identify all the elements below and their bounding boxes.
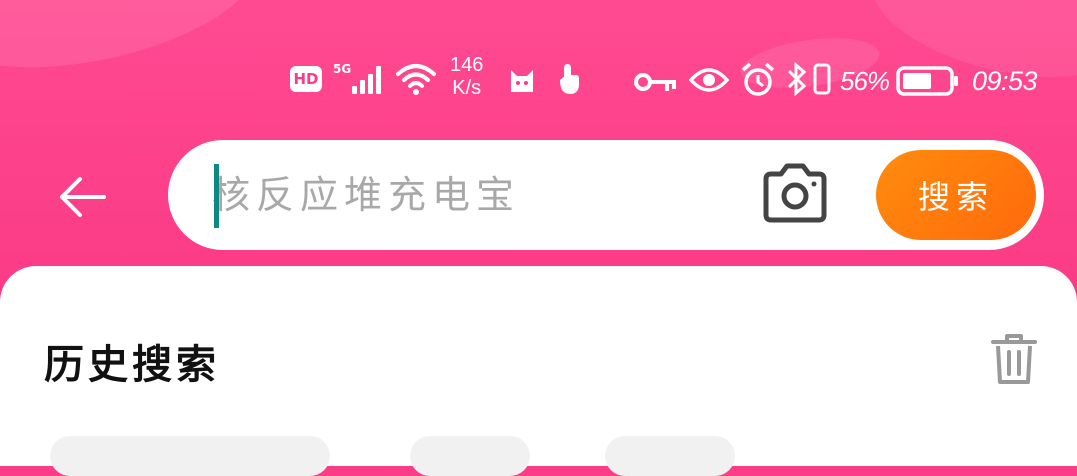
camera-icon [763,163,827,223]
network-speed-value: 146 [450,54,484,76]
clock: 09:53 [972,66,1038,96]
back-arrow-icon [60,177,106,217]
trash-icon [991,334,1037,384]
history-chip[interactable] [605,436,735,476]
network-speed-unit: K/s [452,77,482,99]
battery-percent: 56% [840,66,890,96]
vibrate-icon [812,62,832,100]
search-bar: 搜索 [168,140,1044,250]
history-chip[interactable] [50,436,330,476]
search-history-panel: 历史搜索 [0,266,1077,476]
network-speed: 146 K/s [450,54,483,100]
clear-history-button[interactable] [990,332,1038,386]
search-button[interactable]: 搜索 [876,150,1036,240]
signal-icon [352,64,386,94]
back-button[interactable] [56,171,108,223]
search-input[interactable] [212,162,752,228]
alarm-icon [740,62,776,102]
wifi-icon [395,62,437,100]
history-title: 历史搜索 [44,341,220,388]
eye-icon [688,66,730,98]
status-bar: HD 5G 146 K/s 56% 09:53 [0,52,1077,108]
hd-icon: HD [290,66,322,92]
history-chip[interactable] [410,436,530,476]
camera-search-button[interactable] [760,162,830,226]
bluetooth-icon [786,61,808,100]
text-cursor [214,164,219,228]
key-icon [634,70,678,98]
battery-icon [896,66,960,100]
cat-app-icon [506,62,538,98]
network-type-label: 5G [333,62,352,76]
touch-icon [556,62,582,100]
